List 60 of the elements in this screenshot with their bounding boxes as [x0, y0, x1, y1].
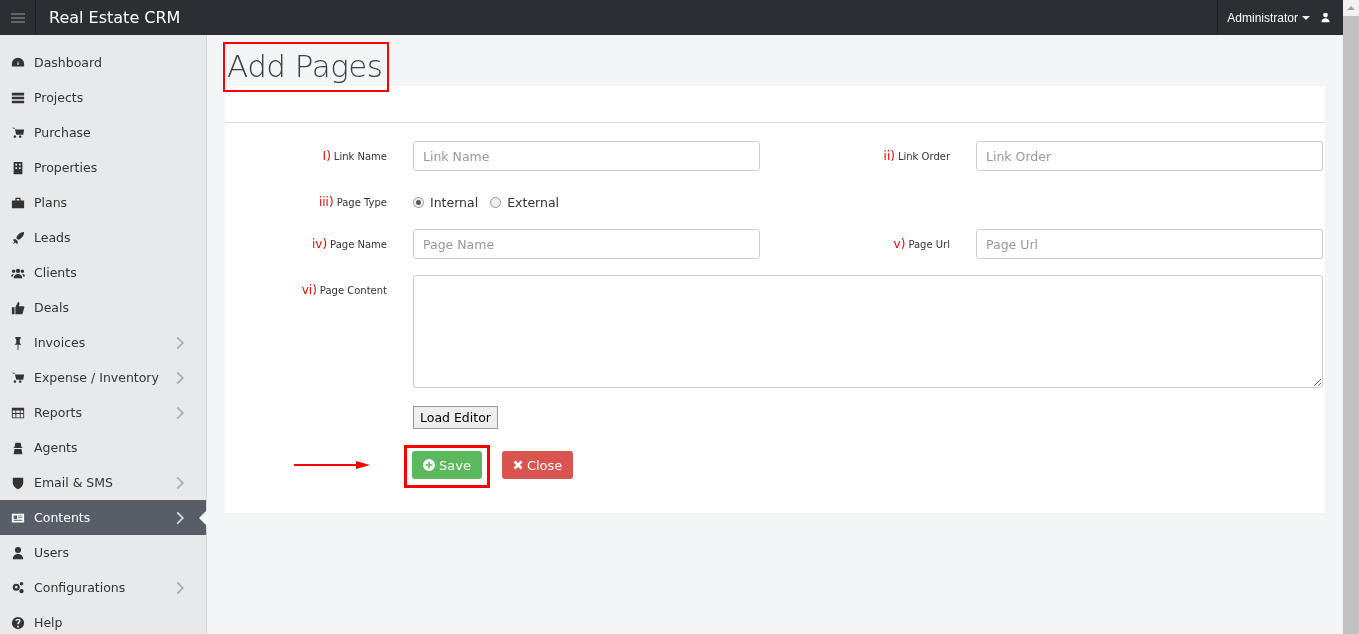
sidebar-item[interactable]: Users [0, 535, 206, 570]
sidebar-item[interactable]: Reports [0, 395, 206, 430]
annotation-marker: ii) [883, 149, 895, 163]
scrollbar[interactable] [1343, 0, 1359, 634]
text-field[interactable]: Page Url [976, 229, 1323, 259]
sidebar-item[interactable]: Configurations [0, 570, 206, 605]
sidebar-item[interactable]: Expense / Inventory [0, 360, 206, 395]
help-icon [11, 615, 25, 630]
sidebar-item[interactable]: Help [0, 605, 206, 634]
annotation-marker: v) [893, 237, 906, 251]
text-field[interactable]: Link Order [976, 141, 1323, 171]
app-title: Real Estate CRM [49, 8, 182, 27]
page-title: Add Pages [227, 48, 383, 84]
radio-button[interactable] [490, 196, 502, 208]
sidebar-item[interactable]: Dashboard [0, 45, 206, 80]
sidebar-item[interactable]: Clients [0, 255, 206, 290]
radio-button[interactable] [413, 196, 424, 208]
text-field[interactable]: Page Name [413, 229, 760, 259]
sidebar-item[interactable]: Invoices [0, 325, 206, 360]
agent-icon [11, 440, 25, 455]
user-icon [11, 545, 25, 560]
sidebar-item[interactable]: Deals [0, 290, 206, 325]
rocket-icon [11, 230, 25, 245]
cart-icon [11, 125, 25, 140]
sidebar-item[interactable]: Email & SMS [0, 465, 206, 500]
field-label: Page Url [908, 238, 950, 250]
annotation-marker: iv) [312, 237, 328, 251]
menu-icon [10, 12, 25, 23]
field-label: Link Name [333, 150, 387, 162]
cart-icon [11, 370, 25, 385]
sidebar-item[interactable]: Contents [0, 500, 206, 535]
sidebar-item[interactable]: Leads [0, 220, 206, 255]
building-icon [11, 160, 25, 175]
load-editor-button[interactable]: Load Editor [413, 406, 498, 429]
sidebar-item[interactable]: Plans [0, 185, 206, 220]
thumbs-up-icon [11, 300, 25, 315]
annotation-marker: I) [322, 149, 331, 163]
sidebar-item[interactable]: Properties [0, 150, 206, 185]
annotation-marker: iii) [318, 195, 334, 209]
textarea-field[interactable] [413, 275, 1323, 388]
field-label: Page Name [330, 238, 387, 250]
radio-label: External [507, 194, 560, 210]
field-label: Page Type [336, 196, 387, 208]
radio-label: Internal [430, 194, 479, 210]
table-icon [11, 405, 25, 420]
user-icon [1320, 12, 1331, 23]
shield-icon [11, 475, 25, 490]
server-icon [11, 90, 25, 105]
sidebar-item[interactable]: Agents [0, 430, 206, 465]
sidebar-item[interactable]: Purchase [0, 115, 206, 150]
close-button[interactable]: Close [501, 451, 574, 479]
close-icon [512, 460, 523, 470]
field-label: Link Order [897, 150, 950, 162]
text-field[interactable]: Link Name [413, 141, 760, 171]
briefcase-icon [11, 195, 25, 210]
annotation-marker: vi) [301, 283, 317, 297]
gears-icon [11, 580, 25, 595]
sidebar-item[interactable]: Projects [0, 80, 206, 115]
gauge-icon [11, 55, 25, 70]
field-label: Page Content [319, 284, 387, 296]
